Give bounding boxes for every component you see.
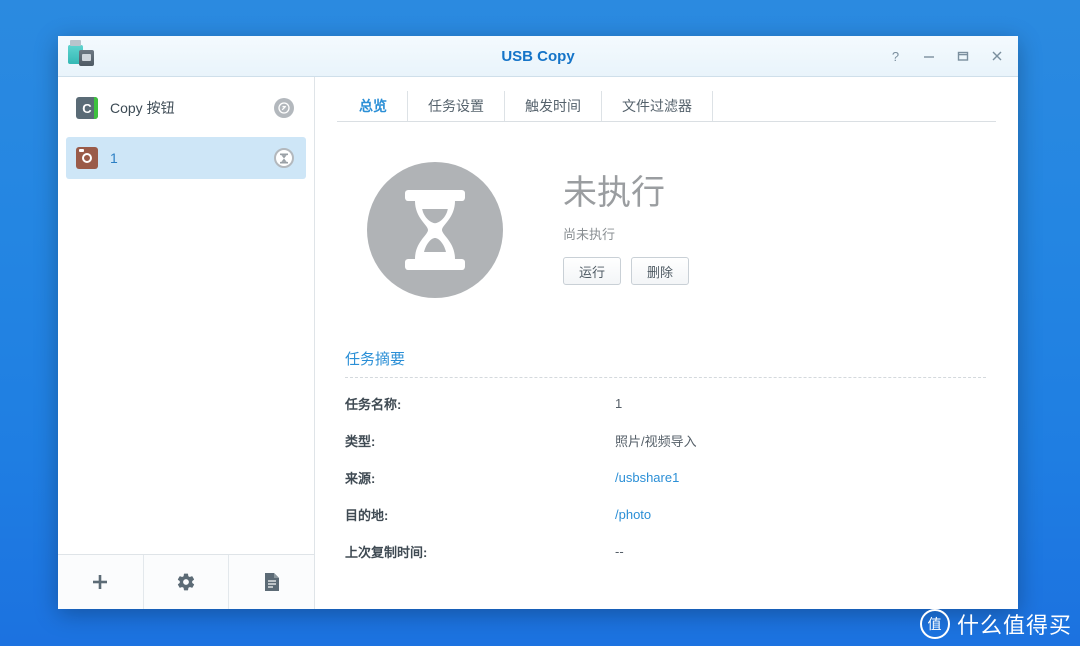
summary-value: --	[615, 544, 624, 559]
status-actions: 运行 删除	[563, 257, 689, 286]
document-icon	[263, 572, 281, 592]
settings-button[interactable]	[144, 555, 230, 609]
gear-icon	[176, 572, 196, 592]
status-hourglass-icon	[367, 162, 503, 298]
copy-button-icon: C	[76, 97, 98, 119]
tab-label: 任务设置	[428, 98, 484, 114]
watermark: 值 什么值得买	[919, 608, 1072, 640]
summary-key: 类型:	[345, 434, 376, 449]
task-item-1[interactable]: 1	[66, 137, 306, 179]
tab-overview[interactable]: 总览	[339, 91, 408, 121]
sidebar: C Copy 按钮 1	[58, 77, 315, 609]
tab-trigger-time[interactable]: 触发时间	[505, 91, 602, 121]
tab-label: 触发时间	[525, 98, 581, 114]
svg-text:?: ?	[891, 50, 898, 63]
summary-key: 来源:	[345, 471, 376, 486]
camera-icon	[76, 147, 98, 169]
plus-icon	[90, 572, 110, 592]
summary-value: 照片/视频导入	[615, 434, 697, 449]
window-body: C Copy 按钮 1 总览 任务设置 触发时间 文件过滤器 未执行 尚未执行 …	[58, 77, 1018, 609]
sidebar-toolbar	[58, 554, 314, 609]
delete-button[interactable]: 删除	[631, 257, 689, 286]
summary-row-last-copy-time: 上次复制时间: --	[345, 542, 986, 561]
maximize-button[interactable]	[946, 41, 980, 71]
status-title: 未执行	[563, 173, 665, 212]
log-button[interactable]	[229, 555, 314, 609]
summary-row-task-name: 任务名称: 1	[345, 394, 986, 413]
tab-file-filter[interactable]: 文件过滤器	[602, 91, 713, 121]
summary-row-source: 来源: /usbshare1	[345, 468, 986, 487]
main-panel: 总览 任务设置 触发时间 文件过滤器 未执行 尚未执行 运行 删除 任务摘要 任…	[315, 77, 1018, 609]
summary-key: 上次复制时间:	[345, 545, 428, 560]
summary-divider	[345, 377, 986, 378]
status-block: 未执行 尚未执行 运行 删除	[337, 128, 996, 308]
tab-task-settings[interactable]: 任务设置	[408, 91, 505, 121]
watermark-badge: 值	[919, 609, 950, 639]
run-button[interactable]: 运行	[563, 257, 621, 286]
usb-sd-icon	[68, 40, 96, 69]
overview-content: 未执行 尚未执行 运行 删除 任务摘要 任务名称: 1 类型: 照片/视频导入 …	[337, 122, 996, 609]
window-title: USB Copy	[501, 47, 575, 65]
summary-value: 1	[615, 396, 623, 411]
task-item-copy-button[interactable]: C Copy 按钮	[66, 87, 306, 129]
tab-bar: 总览 任务设置 触发时间 文件过滤器	[337, 77, 996, 122]
task-summary: 任务摘要 任务名称: 1 类型: 照片/视频导入 来源: /usbshare1	[337, 348, 996, 561]
task-summary-title: 任务摘要	[345, 351, 406, 368]
task-list: C Copy 按钮 1	[58, 77, 314, 554]
summary-value-source-link[interactable]: /usbshare1	[615, 470, 679, 485]
watermark-text: 什么值得买	[956, 613, 1072, 638]
link-broken-icon	[274, 98, 294, 118]
help-button[interactable]: ?	[878, 41, 912, 71]
tab-label: 文件过滤器	[622, 98, 692, 114]
status-subtitle: 尚未执行	[563, 227, 616, 243]
summary-key: 任务名称:	[345, 397, 402, 412]
summary-row-destination: 目的地: /photo	[345, 505, 986, 524]
status-text: 未执行 尚未执行 运行 删除	[563, 173, 689, 286]
summary-value-destination-link[interactable]: /photo	[615, 507, 651, 522]
tab-label: 总览	[359, 98, 387, 114]
window-controls: ?	[878, 41, 1014, 71]
minimize-button[interactable]	[912, 41, 946, 71]
add-task-button[interactable]	[58, 555, 144, 609]
title-bar: USB Copy ?	[58, 36, 1018, 77]
close-button[interactable]	[980, 41, 1014, 71]
usb-copy-window: USB Copy ? C Copy 按钮 1 总览 任务设置 触发时间 文件过滤…	[58, 36, 1018, 609]
summary-row-type: 类型: 照片/视频导入	[345, 431, 986, 450]
task-label: 1	[110, 150, 118, 166]
hourglass-icon	[274, 148, 294, 168]
task-label: Copy 按钮	[110, 100, 175, 116]
summary-key: 目的地:	[345, 508, 389, 523]
